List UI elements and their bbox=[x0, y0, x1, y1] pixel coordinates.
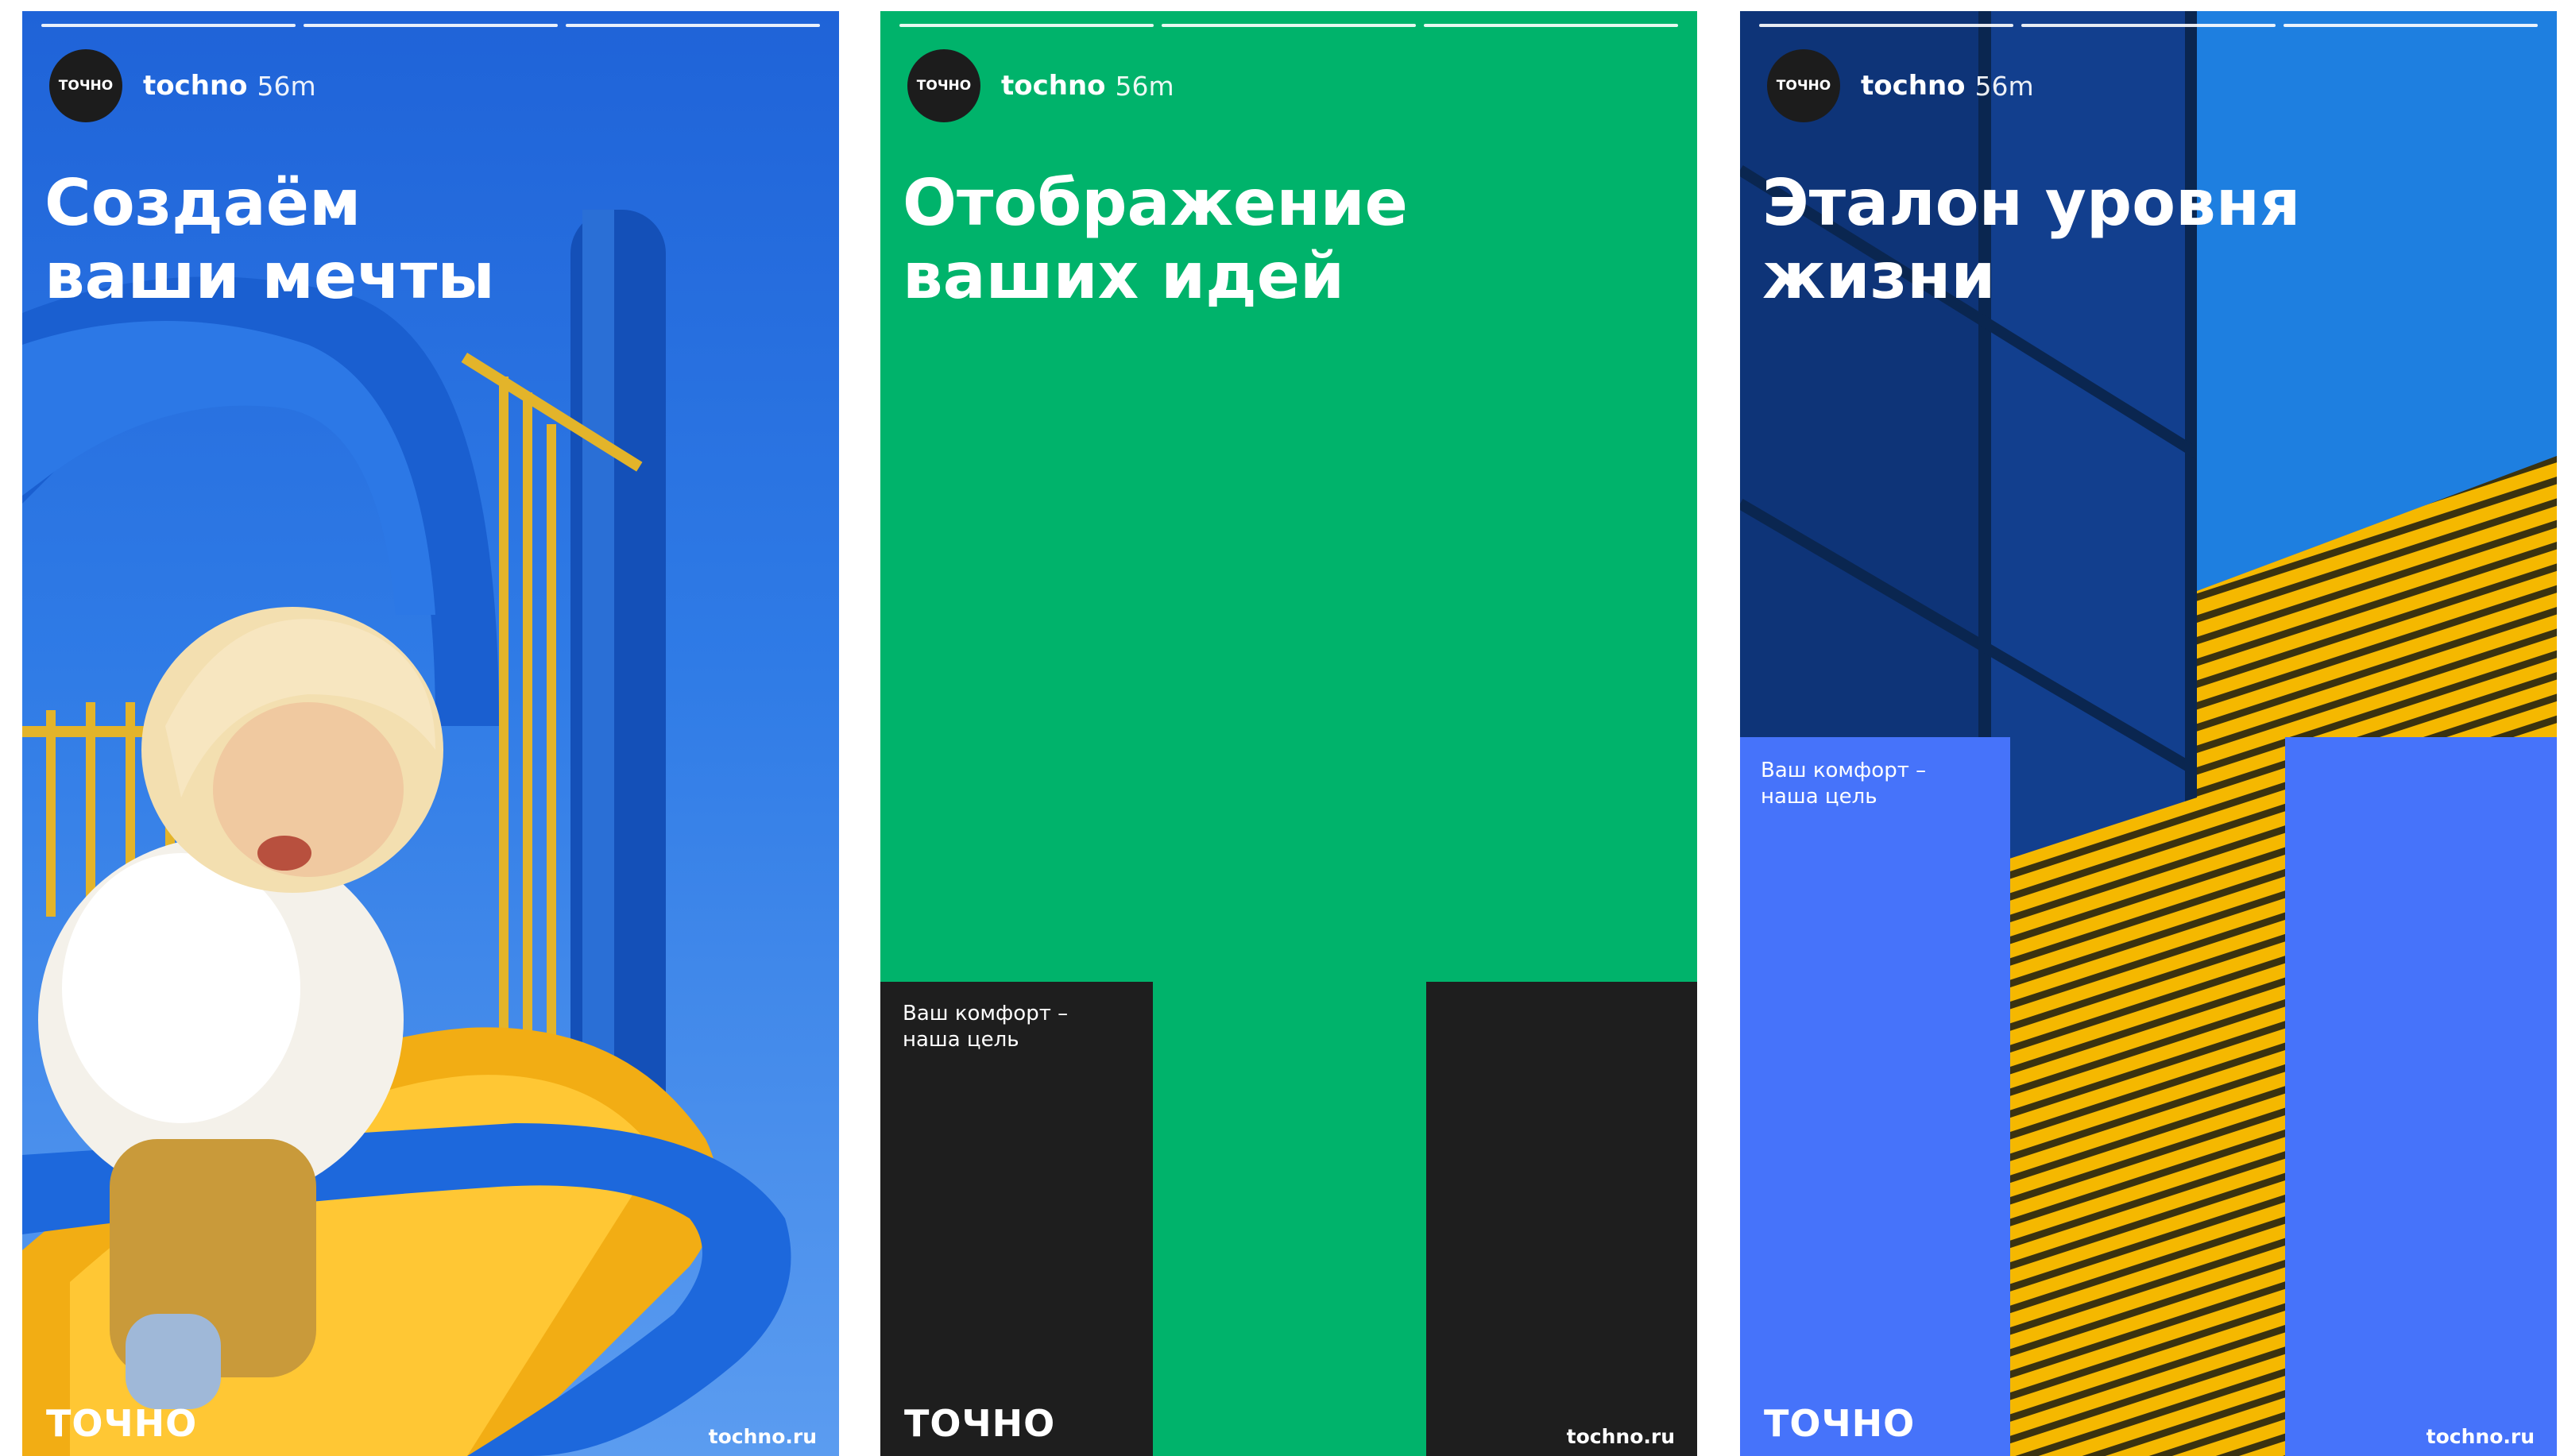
avatar[interactable]: ТОЧНО bbox=[49, 49, 122, 122]
story-header: ТОЧНО tochno 56m bbox=[907, 48, 1174, 124]
story-header: ТОЧНО tochno 56m bbox=[1767, 48, 2034, 124]
account-name[interactable]: tochno bbox=[1861, 70, 1966, 102]
progress-segment bbox=[304, 24, 558, 27]
story-progress bbox=[899, 24, 1678, 27]
story-card-architecture[interactable]: ТОЧНО tochno 56m Эталон уровня жизни Ваш… bbox=[1740, 11, 2557, 1456]
story-headline: Создаём ваши мечты bbox=[44, 166, 495, 313]
brand-url[interactable]: tochno.ru bbox=[1567, 1425, 1675, 1448]
brand-logo: ТОЧНО bbox=[46, 1402, 198, 1445]
blue-block-left bbox=[1740, 737, 2010, 1456]
progress-segment bbox=[1162, 24, 1416, 27]
story-headline: Эталон уровня жизни bbox=[1762, 166, 2301, 313]
account-name[interactable]: tochno bbox=[143, 70, 248, 102]
story-progress bbox=[1759, 24, 2538, 27]
story-tagline: Ваш комфорт – наша цель bbox=[1761, 759, 1927, 809]
progress-segment bbox=[1759, 24, 2013, 27]
post-time: 56m bbox=[1115, 70, 1174, 102]
brand-url[interactable]: tochno.ru bbox=[2427, 1425, 2535, 1448]
brand-logo: ТОЧНО bbox=[1764, 1402, 1916, 1445]
progress-segment bbox=[566, 24, 820, 27]
story-header: ТОЧНО tochno 56m bbox=[49, 48, 316, 124]
account-name[interactable]: tochno bbox=[1001, 70, 1106, 102]
post-time: 56m bbox=[1974, 70, 2034, 102]
avatar-logo-text: ТОЧНО bbox=[916, 78, 972, 94]
progress-segment bbox=[41, 24, 296, 27]
post-time: 56m bbox=[257, 70, 316, 102]
story-gallery: ТОЧНО tochno 56m Создаём ваши мечты ТОЧН… bbox=[0, 0, 2560, 1456]
brand-url[interactable]: tochno.ru bbox=[709, 1425, 817, 1448]
brand-logo: ТОЧНО bbox=[904, 1402, 1056, 1445]
avatar-logo-text: ТОЧНО bbox=[1776, 78, 1831, 94]
progress-segment bbox=[1424, 24, 1678, 27]
dark-block-right bbox=[1426, 982, 1697, 1456]
progress-segment bbox=[2021, 24, 2276, 27]
story-card-playground[interactable]: ТОЧНО tochno 56m Создаём ваши мечты ТОЧН… bbox=[22, 11, 839, 1456]
progress-segment bbox=[2284, 24, 2538, 27]
story-headline: Отображение ваших идей bbox=[903, 166, 1408, 313]
blue-block-right bbox=[2285, 737, 2557, 1456]
avatar[interactable]: ТОЧНО bbox=[907, 49, 980, 122]
avatar[interactable]: ТОЧНО bbox=[1767, 49, 1840, 122]
story-progress bbox=[41, 24, 820, 27]
story-tagline: Ваш комфорт – наша цель bbox=[903, 1002, 1069, 1052]
progress-segment bbox=[899, 24, 1154, 27]
avatar-logo-text: ТОЧНО bbox=[58, 78, 114, 94]
story-card-green[interactable]: ТОЧНО tochno 56m Отображение ваших идей … bbox=[880, 11, 1697, 1456]
